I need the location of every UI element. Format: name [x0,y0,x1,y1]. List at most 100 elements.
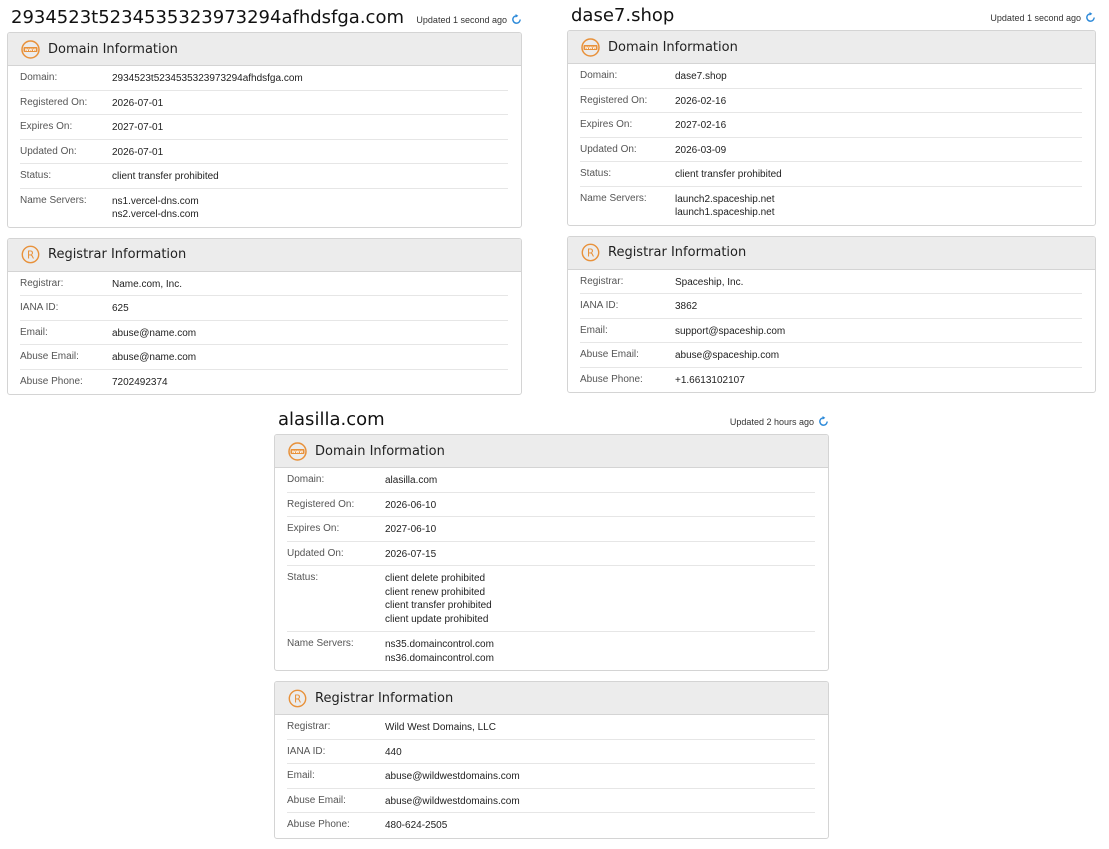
value-line: abuse@spaceship.com [675,350,780,361]
panel-title: Registrar Information [315,690,454,706]
row-label: Registrar: [580,275,624,287]
row-label: Email: [580,324,608,336]
info-rows: Registrar: Wild West Domains, LLC IANA ID:… [275,715,828,838]
value-line: abuse@name.com [112,352,197,363]
value-line: client transfer prohibited [385,600,492,611]
value-line: 2027-02-16 [675,120,727,131]
panel-title: Domain Information [315,443,445,459]
value-line: client transfer prohibited [675,169,782,180]
row-label: Registrar: [20,277,64,289]
value-line: 480-624-2505 [385,820,448,831]
row-label: Domain: [580,70,618,81]
value-line: Spaceship, Inc. [675,276,744,288]
row-label: Status: [287,572,319,583]
row-label: Updated On: [580,143,637,155]
info-row: Status: client transfer prohibited [20,164,508,189]
domain-information-panel: www Domain Information Domain: 2934523t5234… [7,32,522,228]
value-line: 2026-07-15 [385,548,437,560]
domain-title: alasilla.com [278,409,385,430]
row-label: Abuse Email: [287,794,346,806]
row-label: Status: [580,168,612,179]
refresh-icon[interactable] [818,416,829,427]
www-globe-icon: www [288,441,307,461]
panel-header: R Registrar Information [275,682,828,715]
info-row: Domain: dase7.shop [580,64,1082,89]
row-label: Abuse Phone: [287,819,350,830]
value-line: 2027-06-10 [385,524,437,535]
info-row: IANA ID: 625 [20,296,508,321]
info-row: Expires On: 2027-06-10 [287,517,815,542]
value-line: support@spaceship.com [675,325,786,337]
info-rows: Domain: alasilla.com Registered On: 2026-06… [275,468,828,670]
whois-report-2: alasilla.com Updated 2 hours ago www Domain… [274,404,829,849]
row-label: Name Servers: [287,638,354,649]
panel-header: R Registrar Information [8,238,521,272]
row-value: Wild West Domains, LLC [385,721,496,739]
value-line: 2026-06-10 [385,499,437,511]
svg-text:www: www [25,47,37,52]
row-value: 2027-06-10 [385,523,436,541]
refresh-icon[interactable] [1085,12,1096,23]
row-value: 2934523t5234535323973294afhdsfga.com [112,72,303,90]
info-rows: Registrar: Name.com, Inc. IANA ID: 625 Email… [8,272,521,395]
info-row: IANA ID: 440 [287,740,815,764]
registered-trademark-icon: R [288,689,307,708]
row-value: ns1.vercel-dns.com ns2.vercel-dns.com [112,195,199,222]
info-row: Abuse Email: abuse@name.com [20,345,508,370]
value-line: 2026-02-16 [675,95,727,107]
row-value: 2026-07-01 [112,146,163,164]
panel-header: www Domain Information [8,33,521,66]
row-label: Domain: [20,72,58,83]
row-value: dase7.shop [675,70,727,88]
row-label: Expires On: [287,523,340,534]
info-row: Expires On: 2027-02-16 [580,113,1082,138]
value-line: client update prohibited [385,613,489,625]
value-line: ns36.domaincontrol.com [385,652,494,664]
registrar-information-panel: R Registrar Information Registrar: Spaceshi… [567,235,1096,393]
domain-title: 2934523t5234535323973294afhdsfga.com [11,7,404,28]
info-row: Updated On: 2026-07-15 [287,542,815,566]
value-line: alasilla.com [385,475,438,486]
info-row: Updated On: 2026-03-09 [580,138,1082,162]
report-header: alasilla.com Updated 2 hours ago [274,404,829,434]
value-line: client transfer prohibited [112,171,219,182]
row-label: Registered On: [580,94,648,106]
row-value: abuse@wildwestdomains.com [385,795,520,813]
panel-header: www Domain Information [275,435,828,468]
value-line: 2934523t5234535323973294afhdsfga.com [112,73,303,84]
updated-status: Updated 2 hours ago [730,416,829,427]
svg-text:www: www [585,45,597,50]
value-line: Wild West Domains, LLC [385,722,496,733]
value-line: abuse@wildwestdomains.com [385,771,520,782]
row-label: Abuse Phone: [20,375,83,387]
row-label: Registered On: [287,498,355,510]
row-label: Expires On: [580,119,633,130]
info-row: Name Servers: launch2.spaceship.net launch… [580,187,1082,225]
info-rows: Domain: 2934523t5234535323973294afhdsfga.… [8,66,521,227]
row-value: Spaceship, Inc. [675,276,743,294]
value-line: 625 [112,303,129,314]
info-row: Registered On: 2026-07-01 [20,91,508,115]
row-value: launch2.spaceship.net launch1.spaceship.n… [675,193,775,220]
www-globe-icon: www [21,39,40,59]
row-value: 2026-06-10 [385,499,436,517]
info-row: Abuse Phone: 7202492374 [20,370,508,395]
info-row: Abuse Email: abuse@wildwestdomains.com [287,789,815,813]
info-rows: Domain: dase7.shop Registered On: 2026-02-1… [568,64,1095,225]
updated-status: Updated 1 second ago [990,12,1096,23]
row-value: client delete prohibited client renew pro… [385,572,492,626]
www-globe-icon: www [581,37,600,57]
row-label: Abuse Email: [20,351,79,362]
value-line: 2026-07-01 [112,146,164,158]
domain-title: dase7.shop [571,5,675,26]
domain-information-panel: www Domain Information Domain: alasilla.com… [274,434,829,671]
info-row: Registered On: 2026-06-10 [287,493,815,517]
value-line: ns35.domaincontrol.com [385,639,494,650]
row-value: client transfer prohibited [112,170,219,188]
refresh-icon[interactable] [511,14,522,25]
value-line: 440 [385,746,402,758]
row-label: Email: [20,326,48,338]
registered-trademark-icon: R [581,243,600,262]
panel-title: Registrar Information [608,245,747,260]
registrar-information-panel: R Registrar Information Registrar: Name.com… [7,237,522,395]
